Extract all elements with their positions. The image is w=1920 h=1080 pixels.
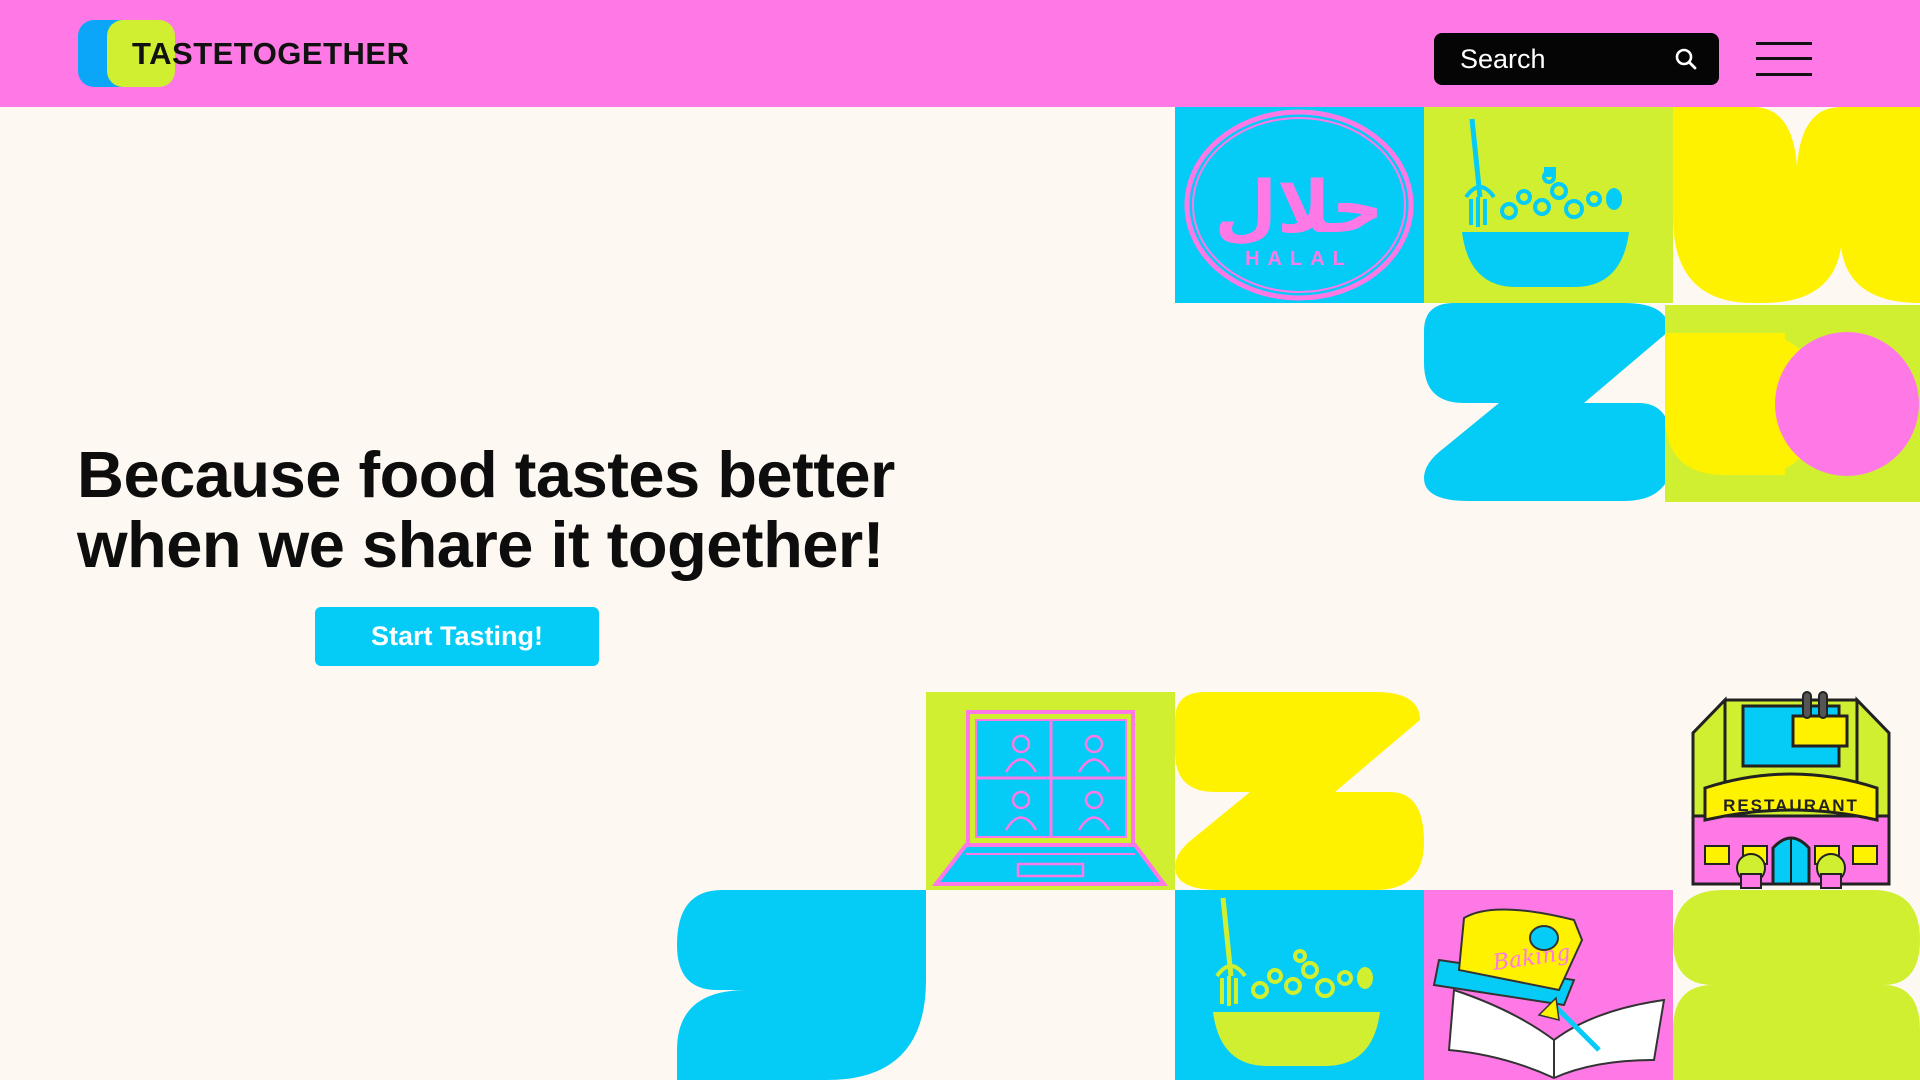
yellow-z-shape-tile <box>1175 692 1424 890</box>
brand-name: TASTETOGETHER <box>132 36 410 71</box>
salad-bowl-icon-2 <box>1213 897 1380 1066</box>
lime-wave-shape <box>1673 890 1920 1080</box>
yellow-wave-tile <box>1673 107 1920 303</box>
cyan-z-shape-tile <box>1424 303 1673 501</box>
halal-arabic-text: حلال <box>1214 165 1383 249</box>
cyan-z-shape <box>1424 303 1673 501</box>
hero-headline: Because food tastes better when we share… <box>77 438 895 581</box>
cyan-curve-tile <box>677 890 926 1080</box>
salad-bowl-icon <box>1462 118 1629 287</box>
search-input[interactable] <box>1460 33 1660 85</box>
video-call-tile <box>926 692 1175 890</box>
hamburger-menu-icon[interactable] <box>1756 42 1812 76</box>
restaurant-building-icon: RESTAURANT <box>1691 691 1891 889</box>
baking-book-icon: Baking <box>1432 908 1666 1080</box>
restaurant-tile: RESTAURANT <box>1685 688 1897 890</box>
pill-shape <box>1665 332 1919 476</box>
salad-bowl-tile-2 <box>1175 890 1424 1080</box>
lime-pill-tile <box>1665 305 1920 502</box>
site-header: TASTETOGETHER <box>0 0 1920 107</box>
baking-book-tile: Baking <box>1424 890 1673 1080</box>
halal-tile: حلال HALAL <box>1175 107 1424 303</box>
brand-logo[interactable]: TASTETOGETHER <box>78 20 409 88</box>
search-box[interactable] <box>1434 33 1719 85</box>
yellow-z-shape <box>1175 692 1424 890</box>
yellow-wave-shape <box>1673 107 1920 303</box>
restaurant-sign-text: RESTAURANT <box>1723 796 1859 815</box>
start-tasting-button[interactable]: Start Tasting! <box>315 607 599 666</box>
cyan-curve-shape <box>677 890 926 1080</box>
laptop-video-call-icon <box>931 710 1168 886</box>
salad-bowl-tile <box>1424 107 1673 303</box>
halal-label: HALAL <box>1245 248 1353 270</box>
halal-badge-icon: حلال HALAL <box>1184 109 1414 301</box>
search-icon[interactable] <box>1673 46 1699 72</box>
lime-wave-tile <box>1673 890 1920 1080</box>
